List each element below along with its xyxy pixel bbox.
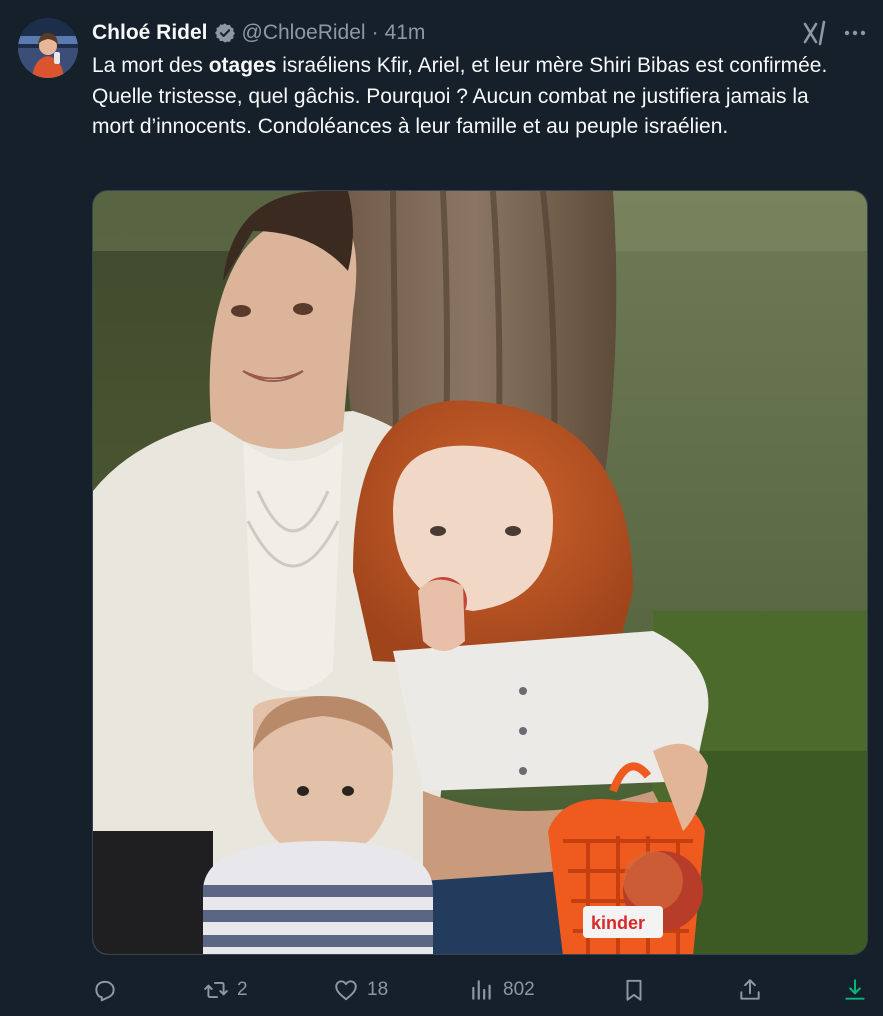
retweet-button[interactable]: 2	[203, 970, 248, 1010]
tweet-text-bold: otages	[208, 54, 277, 77]
views-chart-icon	[472, 980, 491, 1000]
retweet-icon	[204, 981, 228, 999]
views-button[interactable]: 802	[469, 970, 535, 1010]
bookmark-icon	[626, 979, 642, 1001]
action-bar: 2 18 802	[0, 970, 883, 1010]
like-button[interactable]: 18	[333, 970, 388, 1010]
separator-dot: ·	[371, 21, 379, 44]
views-count: 802	[503, 979, 535, 1000]
tweet-text: La mort des otages israéliens Kfir, Arie…	[92, 51, 852, 143]
reply-button[interactable]	[92, 970, 126, 1010]
timestamp[interactable]: 41m	[385, 21, 426, 45]
kinder-label: kinder	[591, 913, 645, 933]
share-icon	[740, 979, 760, 1000]
download-icon	[845, 979, 865, 1000]
like-count: 18	[367, 979, 389, 1000]
avatar[interactable]	[18, 18, 78, 78]
heart-icon	[335, 980, 357, 1001]
tweet-text-part1: La mort des	[92, 54, 209, 77]
tweet: Chloé Ridel @ChloeRidel · 41m La mort de…	[0, 0, 883, 1016]
reply-icon	[95, 980, 115, 1002]
retweet-count: 2	[237, 979, 248, 1000]
tweet-header: Chloé Ridel @ChloeRidel · 41m	[92, 18, 425, 48]
download-button[interactable]	[842, 970, 868, 1010]
author-handle[interactable]: @ChloeRidel	[242, 21, 366, 45]
author-name[interactable]: Chloé Ridel	[92, 21, 208, 45]
tweet-photo[interactable]: kinder	[92, 190, 868, 955]
bookmark-button[interactable]	[621, 970, 647, 1010]
verified-badge-icon	[214, 22, 236, 44]
share-button[interactable]	[737, 970, 763, 1010]
more-options-icon[interactable]	[840, 18, 870, 48]
grok-icon[interactable]	[800, 18, 830, 48]
